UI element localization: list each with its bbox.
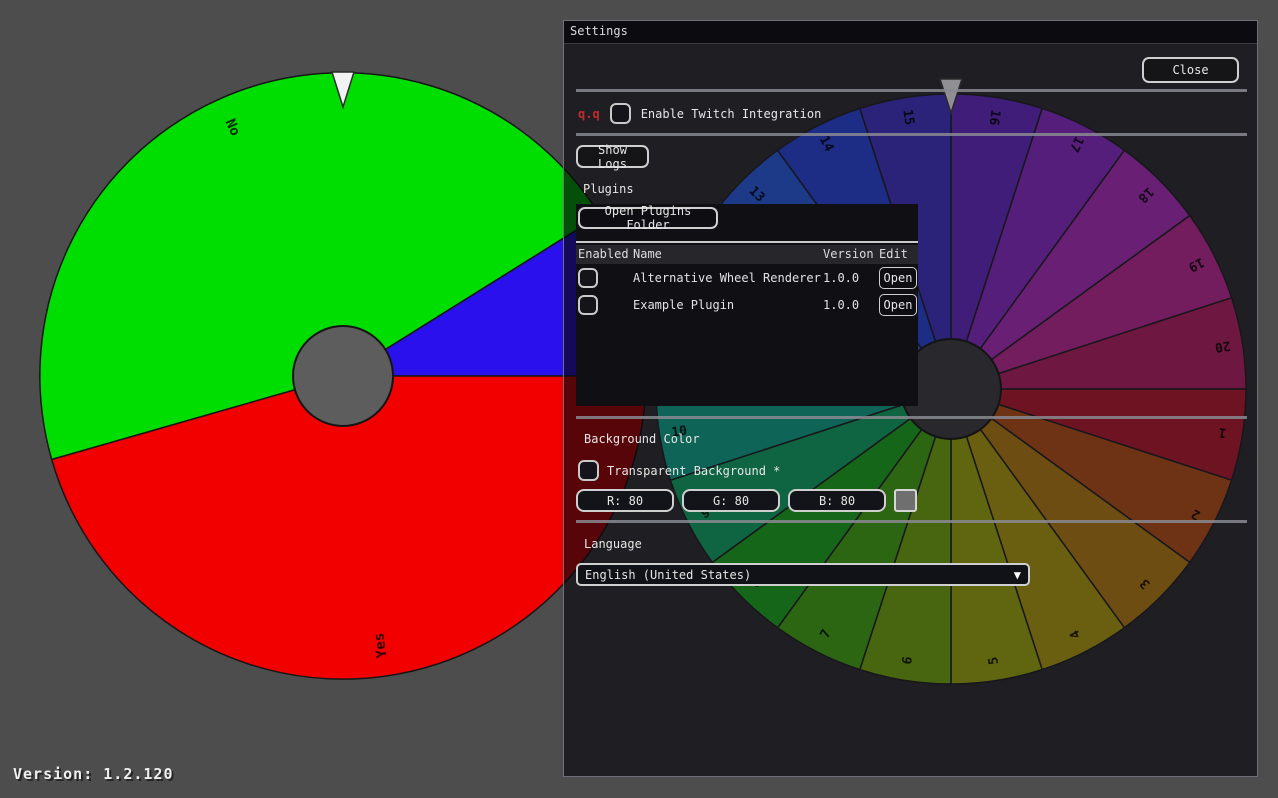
transparent-background-checkbox[interactable]: [578, 460, 599, 481]
twitch-integration-row: q.q Enable Twitch Integration: [578, 102, 821, 125]
plugins-section-label: Plugins: [583, 182, 634, 196]
settings-title: Settings: [570, 24, 628, 38]
svg-text:3: 3: [1137, 575, 1153, 591]
svg-text:19: 19: [1186, 254, 1207, 274]
color-swatch: [894, 489, 917, 512]
settings-window: 1617181920123456789101112131415 Settings…: [563, 20, 1258, 777]
plugin-open-button[interactable]: Open: [879, 294, 917, 316]
plugin-name: Alternative Wheel Renderer: [633, 271, 821, 285]
svg-text:17: 17: [1066, 134, 1086, 155]
svg-text:7: 7: [818, 627, 835, 641]
plugin-version: 1.0.0: [823, 298, 859, 312]
svg-text:1: 1: [1217, 424, 1227, 440]
twitch-integration-label: Enable Twitch Integration: [641, 107, 822, 121]
header-version: Version: [823, 245, 874, 264]
svg-text:16: 16: [985, 108, 1002, 126]
transparent-background-label: Transparent Background *: [607, 464, 780, 478]
header-enabled: Enabled: [578, 245, 629, 264]
divider: [576, 520, 1247, 523]
plugin-open-button[interactable]: Open: [879, 267, 917, 289]
svg-text:14: 14: [816, 134, 837, 155]
divider: [576, 241, 918, 243]
svg-text:13: 13: [746, 184, 768, 206]
table-row: Example Plugin 1.0.0 Open: [576, 293, 918, 318]
svg-text:4: 4: [1067, 627, 1084, 641]
svg-text:5: 5: [986, 656, 1002, 666]
background-color-section-label: Background Color: [584, 432, 700, 446]
plugin-name: Example Plugin: [633, 298, 734, 312]
plugin-enabled-checkbox[interactable]: [578, 295, 598, 315]
plugin-version: 1.0.0: [823, 271, 859, 285]
language-selected-value: English (United States): [585, 568, 1014, 582]
red-value-field[interactable]: R: 80: [576, 489, 674, 512]
divider: [576, 416, 1247, 419]
svg-text:No: No: [222, 117, 243, 139]
close-button[interactable]: Close: [1142, 57, 1239, 83]
language-dropdown[interactable]: English (United States) ▼: [576, 563, 1030, 586]
open-plugins-folder-button[interactable]: Open Plugins Folder: [578, 207, 718, 229]
header-name: Name: [633, 245, 662, 264]
svg-text:6: 6: [900, 655, 916, 665]
divider: [576, 89, 1247, 92]
chevron-down-icon: ▼: [1014, 568, 1021, 582]
wheel-pointer-icon: [940, 79, 962, 113]
version-label: Version: 1.2.120: [13, 765, 174, 783]
divider: [576, 133, 1247, 136]
show-logs-button[interactable]: Show Logs: [576, 145, 649, 168]
wheel-pointer-icon: [332, 72, 354, 107]
svg-text:15: 15: [899, 108, 916, 126]
twitch-integration-checkbox[interactable]: [610, 103, 631, 124]
plugins-table-header: Enabled Name Version Edit: [576, 245, 918, 264]
plugins-panel: Open Plugins Folder Enabled Name Version…: [576, 204, 918, 406]
svg-text:18: 18: [1134, 184, 1156, 206]
twitch-emote: q.q: [578, 107, 600, 121]
settings-titlebar[interactable]: Settings: [564, 21, 1257, 44]
plugin-enabled-checkbox[interactable]: [578, 268, 598, 288]
transparent-background-row: Transparent Background *: [578, 459, 780, 482]
header-edit: Edit: [879, 245, 908, 264]
blue-value-field[interactable]: B: 80: [788, 489, 886, 512]
table-row: Alternative Wheel Renderer 1.0.0 Open: [576, 266, 918, 291]
svg-text:Yes: Yes: [371, 632, 390, 659]
language-section-label: Language: [584, 537, 642, 551]
green-value-field[interactable]: G: 80: [682, 489, 780, 512]
svg-text:20: 20: [1214, 337, 1232, 354]
